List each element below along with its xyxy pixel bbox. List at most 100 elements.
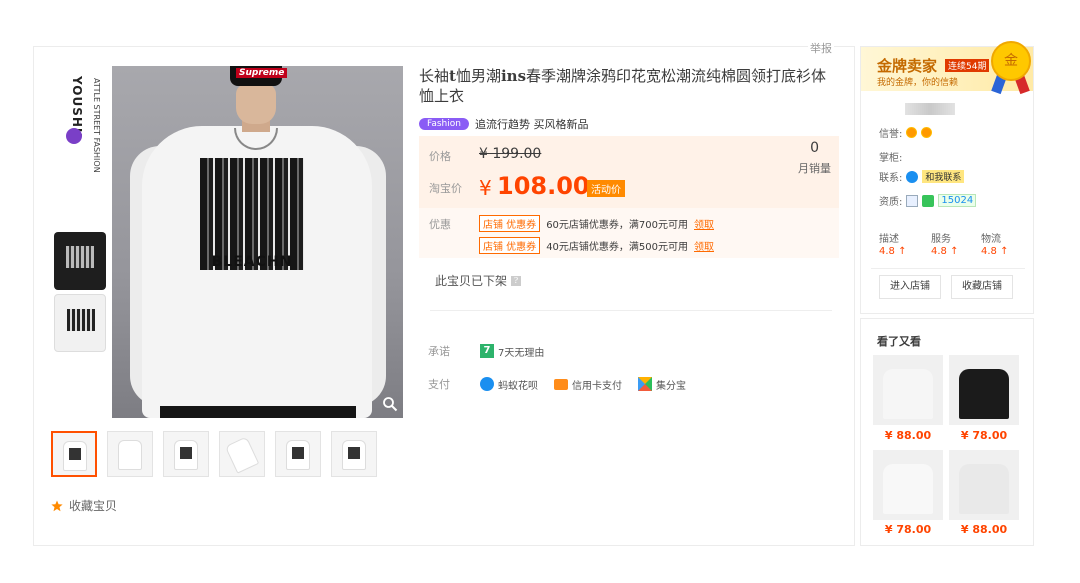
contact-row: 联系: 和我联系 — [879, 169, 965, 184]
payment-jifenbao[interactable]: 集分宝 — [638, 377, 686, 392]
score-label: 描述 — [879, 234, 899, 245]
credit-coin-icon — [906, 127, 918, 138]
score-value: 4.8 ↑ — [981, 246, 1009, 257]
coupon-tag: 店铺 优惠券 — [479, 237, 541, 254]
rec-item-price: ¥ 88.00 — [960, 523, 1008, 536]
taobao-price-label: 淘宝价 — [429, 182, 462, 195]
coupon-row: 店铺 优惠券 40元店铺优惠券，满500元可用 领取 — [479, 237, 714, 254]
face — [236, 84, 276, 124]
favorite-item[interactable]: 收藏宝贝 — [51, 497, 117, 514]
offshelf-notice: 此宝贝已下架 ? — [435, 272, 522, 289]
credit-row: 信誉: — [879, 125, 933, 140]
rec-item-image[interactable] — [949, 450, 1019, 520]
star-icon — [51, 500, 63, 511]
gold-seller-sub: 我的金牌，你的信赖 — [877, 78, 959, 88]
recommendation-panel: 看了又看 ¥ 88.00 ¥ 78.00 ¥ 78.00 ¥ 88.00 — [860, 318, 1034, 546]
qualification-count[interactable]: 15024 — [938, 194, 977, 207]
score-label: 服务 — [931, 234, 951, 245]
rec-item-price: ¥ 78.00 — [884, 523, 932, 536]
gold-medal-icon: 金 — [991, 41, 1031, 81]
person-icon[interactable] — [906, 194, 919, 207]
gold-seller-title: 金牌卖家 — [877, 57, 938, 75]
score-value: 4.8 ↑ — [931, 246, 959, 257]
thumbnail-4[interactable] — [219, 431, 265, 477]
side-thumb-dark[interactable] — [54, 232, 106, 290]
current-price: 108.00 — [497, 172, 590, 200]
qualification-row: 资质: 15024 — [879, 193, 977, 208]
thumbnail-5[interactable] — [275, 431, 321, 477]
payment-row: 支付 蚂蚁花呗 信用卡支付 集分宝 — [428, 376, 694, 392]
coupon-row: 店铺 优惠券 60元店铺优惠券，满700元可用 领取 — [479, 215, 714, 232]
seller-divider — [871, 268, 1025, 269]
credit-coin-icon — [921, 127, 933, 138]
currency-symbol: ¥ — [479, 176, 492, 200]
coupon-label: 优惠 — [429, 218, 451, 231]
brand-strip: YOUSHU ATTLE STREET FASHION — [52, 70, 108, 230]
cap-logo: Supreme — [236, 68, 288, 78]
coupon-box: 优惠 店铺 优惠券 60元店铺优惠券，满700元可用 领取 店铺 优惠券 40元… — [419, 208, 839, 258]
chat-icon — [906, 170, 919, 183]
promo-badge: 活动价 — [587, 180, 625, 197]
qualification-icon — [922, 194, 935, 207]
zoom-icon[interactable] — [382, 396, 398, 412]
sales-label: 月销量 — [798, 162, 831, 175]
rec-item-image[interactable] — [873, 355, 943, 425]
side-thumb-light[interactable] — [54, 294, 106, 352]
thumbnail-3[interactable] — [163, 431, 209, 477]
original-price: ¥ 199.00 — [479, 146, 542, 162]
streak-badge: 连续54期 — [945, 59, 990, 72]
rec-item-image[interactable] — [949, 355, 1019, 425]
rec-item-price: ¥ 88.00 — [884, 429, 932, 442]
shirt-print-text: BLEACHN — [211, 254, 293, 270]
offshelf-text: 此宝贝已下架 — [435, 274, 508, 288]
help-icon[interactable]: ? — [511, 275, 522, 286]
fashion-tag-row: Fashion 追流行趋势 买风格新品 — [419, 116, 588, 132]
coupon-desc: 60元店铺优惠券，满700元可用 — [546, 220, 688, 231]
fashion-badge: Fashion — [419, 118, 469, 130]
favorite-label: 收藏宝贝 — [69, 499, 118, 513]
contact-seller-button[interactable]: 和我联系 — [922, 170, 965, 183]
seven-day-icon: 7 — [480, 344, 494, 358]
score-label: 物流 — [981, 234, 1001, 245]
rec-item-price: ¥ 78.00 — [960, 429, 1008, 442]
claim-coupon-link[interactable]: 领取 — [694, 216, 714, 231]
rec-tee — [959, 369, 1009, 419]
rec-item-image[interactable] — [873, 450, 943, 520]
rec-tee — [883, 464, 933, 514]
huabei-icon — [480, 377, 494, 391]
coupon-tag: 店铺 优惠券 — [479, 215, 541, 232]
thumbnail-2[interactable] — [107, 431, 153, 477]
sales-count: 0 — [810, 140, 819, 156]
thumbnail-6[interactable] — [331, 431, 377, 477]
recommendation-title: 看了又看 — [877, 335, 921, 348]
payment-credit-card[interactable]: 信用卡支付 — [554, 377, 622, 392]
favorite-shop-button[interactable]: 收藏店铺 — [951, 275, 1013, 299]
claim-coupon-link[interactable]: 领取 — [694, 238, 714, 253]
divider — [430, 310, 832, 311]
promise-label: 承诺 — [428, 345, 450, 358]
promise-row: 承诺 7 7天无理由 — [428, 343, 552, 359]
price-box: 价格 ¥ 199.00 0 月销量 淘宝价 ¥ 108.00 活动价 — [419, 136, 839, 208]
main-product-image[interactable]: Supreme BLEACHN — [112, 66, 403, 418]
score-value: 4.8 ↑ — [879, 246, 907, 257]
coupon-desc: 40元店铺优惠券，满500元可用 — [546, 242, 688, 253]
rec-tee — [959, 464, 1009, 514]
pants — [160, 406, 356, 418]
payment-label: 支付 — [428, 378, 450, 391]
jifenbao-icon — [638, 377, 652, 391]
report-link[interactable]: 举报 — [808, 40, 834, 56]
thumbnail-row — [51, 431, 377, 477]
brand-dot — [66, 128, 82, 144]
shop-name[interactable] — [905, 103, 955, 115]
thumbnail-1[interactable] — [51, 431, 97, 477]
fashion-tag-text: 追流行趋势 买风格新品 — [474, 118, 589, 131]
gold-seller-banner: 金牌卖家 连续54期 我的金牌，你的信赖 金 — [861, 41, 1033, 95]
seller-panel: 金牌卖家 连续54期 我的金牌，你的信赖 金 信誉: 掌柜: 联系: 和我联系 … — [860, 41, 1034, 314]
product-title: 长袖t恤男潮ins春季潮牌涂鸦印花宽松潮流纯棉圆领打底衫体恤上衣 — [419, 67, 827, 105]
credit-card-icon — [554, 378, 568, 390]
price-label: 价格 — [429, 150, 451, 163]
seven-day-return[interactable]: 7 7天无理由 — [480, 344, 544, 359]
enter-shop-button[interactable]: 进入店铺 — [879, 275, 941, 299]
payment-huabei[interactable]: 蚂蚁花呗 — [480, 377, 538, 392]
rec-tee — [883, 369, 933, 419]
